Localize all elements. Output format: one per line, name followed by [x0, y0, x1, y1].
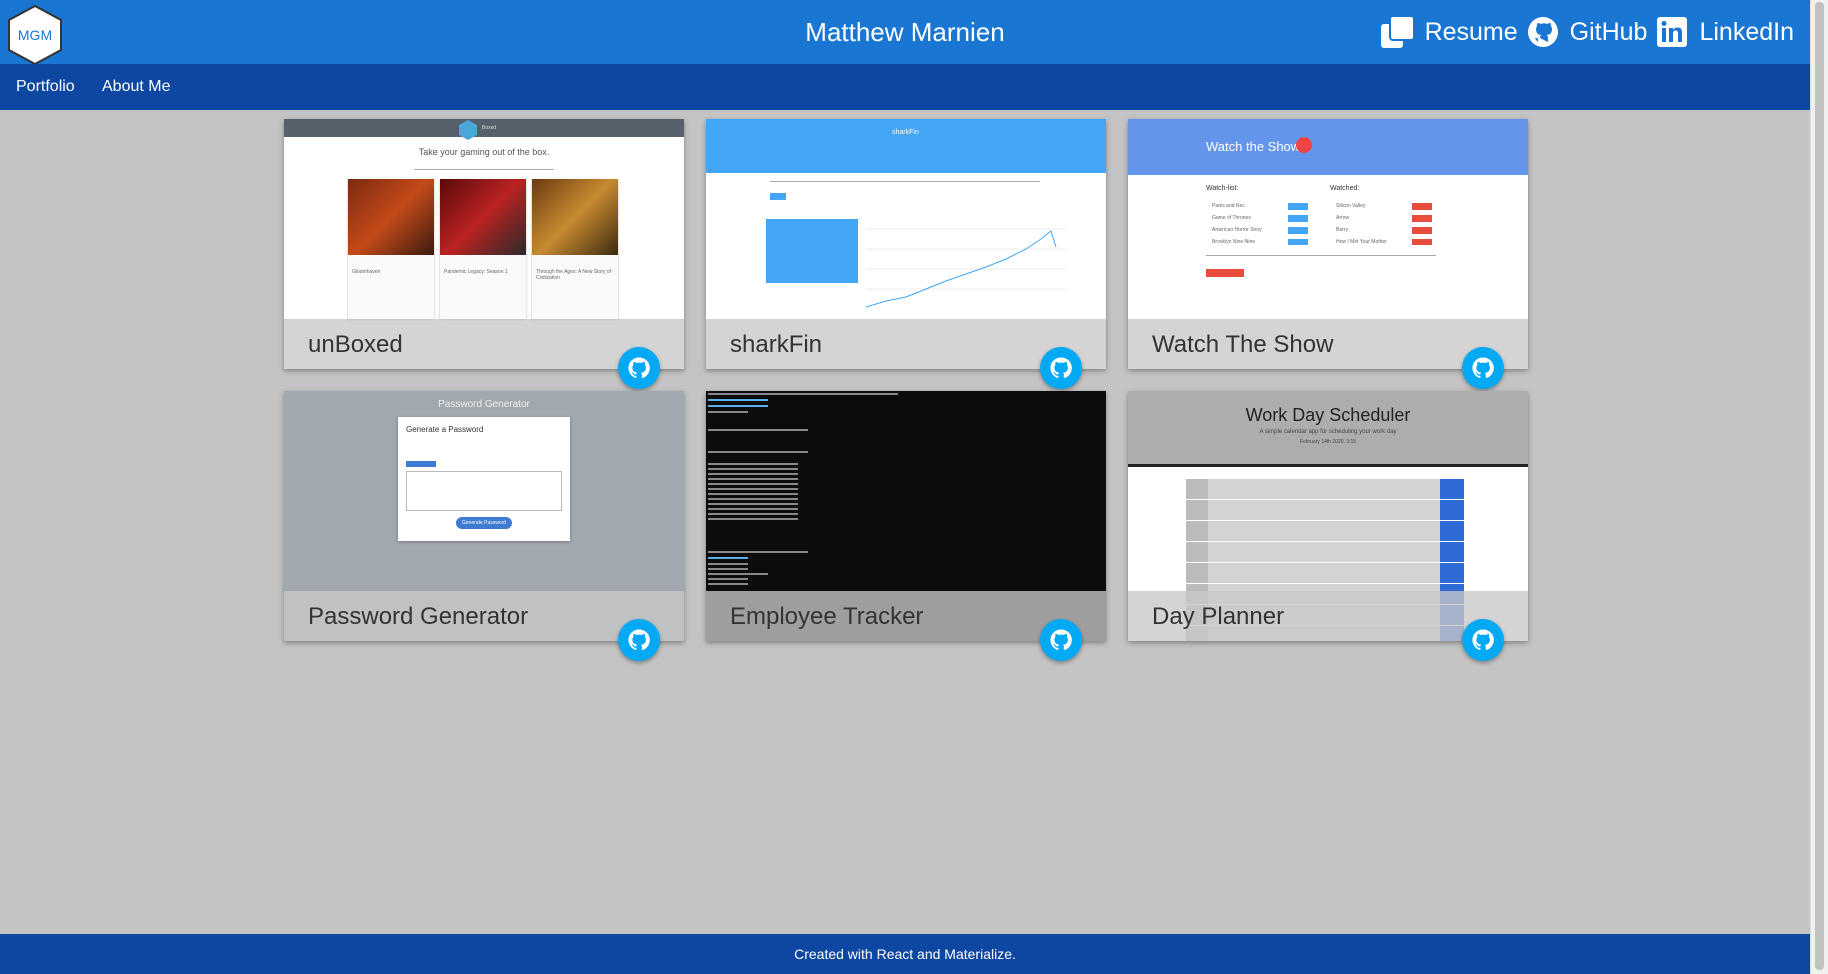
project-card-sharkfin[interactable]: sharkFin sharkFin	[706, 119, 1106, 389]
sub-navbar: Portfolio About Me	[0, 64, 1810, 110]
linkedin-link[interactable]: LinkedIn	[1653, 14, 1794, 50]
github-repo-button[interactable]	[1462, 619, 1504, 661]
github-label: GitHub	[1569, 17, 1648, 46]
github-repo-button[interactable]	[618, 619, 660, 661]
page-footer: Created with React and Materialize.	[0, 934, 1810, 974]
project-card-employee-tracker[interactable]: Employee Tracker	[706, 391, 1106, 661]
project-title: sharkFin	[730, 331, 823, 358]
github-repo-button[interactable]	[1462, 347, 1504, 389]
project-title: Day Planner	[1152, 603, 1285, 630]
project-title: Watch The Show	[1152, 331, 1334, 358]
project-card-day-planner[interactable]: Work Day Scheduler A simple calendar app…	[1128, 391, 1528, 661]
github-icon	[1524, 14, 1562, 50]
github-repo-button[interactable]	[1040, 619, 1082, 661]
scrollbar-thumb[interactable]	[1815, 2, 1824, 970]
top-navbar: MGM Matthew Marnien Resume GitHub Linked…	[0, 0, 1810, 66]
project-title: unBoxed	[308, 331, 403, 358]
top-links: Resume GitHub LinkedIn	[1373, 14, 1794, 50]
nav-about-me[interactable]: About Me	[102, 78, 170, 96]
github-icon	[628, 357, 650, 379]
github-link[interactable]: GitHub	[1524, 14, 1648, 50]
project-card-unboxed[interactable]: Boxed Take your gaming out of the box. G…	[284, 119, 684, 389]
github-repo-button[interactable]	[618, 347, 660, 389]
linkedin-icon	[1653, 14, 1691, 50]
github-icon	[628, 629, 650, 651]
vertical-scrollbar[interactable]	[1810, 0, 1828, 974]
project-card-password-generator[interactable]: Password Generator Generate a Password G…	[284, 391, 684, 661]
nav-portfolio[interactable]: Portfolio	[16, 78, 75, 96]
github-icon	[1472, 357, 1494, 379]
github-repo-button[interactable]	[1040, 347, 1082, 389]
footer-text: Created with React and Materialize.	[794, 946, 1016, 962]
project-title: Employee Tracker	[730, 603, 924, 630]
github-icon	[1050, 629, 1072, 651]
project-card-watch-the-show[interactable]: Watch the Show Watch-list: Watched: Park…	[1128, 119, 1528, 389]
project-title: Password Generator	[308, 603, 529, 630]
resume-link[interactable]: Resume	[1379, 14, 1518, 50]
resume-label: Resume	[1424, 17, 1518, 46]
github-icon	[1050, 357, 1072, 379]
copy-icon	[1379, 14, 1417, 50]
github-icon	[1472, 629, 1494, 651]
linkedin-label: LinkedIn	[1699, 17, 1794, 46]
